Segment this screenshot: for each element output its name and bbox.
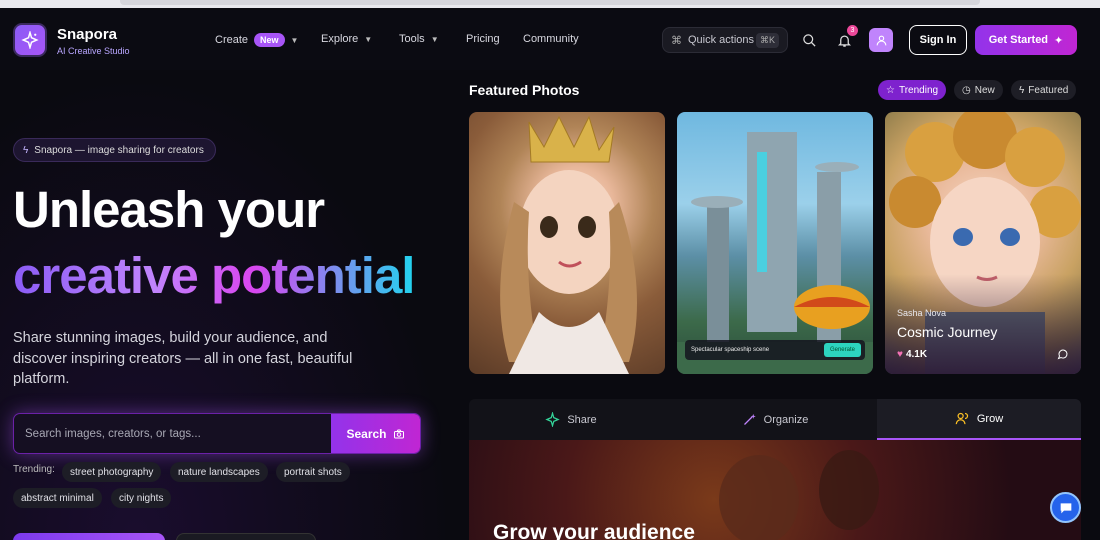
card-caption: Spectacular spaceship scene Generate <box>685 340 865 360</box>
quick-actions-button[interactable]: ⌘ Quick actions ⌘K <box>662 27 788 53</box>
clock-icon: ◷ <box>962 84 971 96</box>
nav-create[interactable]: Create New ▼ <box>215 33 298 47</box>
trending-tag[interactable]: portrait shots <box>276 462 350 482</box>
lightning-icon: ϟ <box>23 144 29 156</box>
card-likes[interactable]: ♥ 4.1K <box>897 349 927 360</box>
panel-title: Grow your audience <box>493 521 695 540</box>
tab-new-label: New <box>974 84 995 96</box>
chevron-down-icon: ▼ <box>290 35 299 45</box>
sci-fi-city-illustration <box>677 132 873 374</box>
tab-organize[interactable]: Organize <box>673 399 877 440</box>
search-icon[interactable] <box>799 30 819 50</box>
photo-card[interactable]: Sasha Nova Cosmic Journey ♥ 4.1K <box>885 112 1081 374</box>
feature-tabs: Share Organize Grow <box>469 399 1081 440</box>
tab-share-label: Share <box>567 413 597 426</box>
trending-label: Trending: <box>13 464 55 475</box>
search-button[interactable]: Search <box>331 414 420 453</box>
command-icon: ⌘ <box>671 34 682 47</box>
trending-tag[interactable]: street photography <box>62 462 162 482</box>
trending-tag[interactable]: nature landscapes <box>170 462 268 482</box>
photo-card[interactable]: Spectacular spaceship scene Generate <box>677 112 873 374</box>
comment-icon[interactable] <box>1057 348 1069 360</box>
likes-count: 4.1K <box>905 349 928 360</box>
tab-trending-label: Trending <box>898 84 939 96</box>
nav-tools-label: Tools <box>399 33 425 45</box>
heart-icon: ♥ <box>897 349 903 360</box>
tab-featured[interactable]: ϟ Featured <box>1011 80 1077 100</box>
logo-sparkle-icon[interactable] <box>13 23 47 57</box>
user-icon <box>876 35 886 45</box>
tab-grow-label: Grow <box>976 412 1004 425</box>
hero-subtitle: Share stunning images, build your audien… <box>13 330 353 387</box>
search-button-label: Search <box>346 426 387 441</box>
magic-wand-icon <box>743 413 756 425</box>
card-title: Cosmic Journey <box>897 324 998 340</box>
help-chat-button[interactable] <box>1050 492 1081 523</box>
secondary-cta-button[interactable] <box>176 533 316 540</box>
nav-explore[interactable]: Explore ▼ <box>321 33 372 45</box>
nav-create-label: Create <box>215 34 249 46</box>
sparkles-icon <box>545 412 561 427</box>
notifications-button[interactable]: 3 <box>834 25 858 50</box>
sparkle-icon: ✦ <box>1054 34 1064 47</box>
get-started-button[interactable]: Get Started ✦ <box>975 25 1077 55</box>
tab-grow[interactable]: Grow <box>877 399 1081 440</box>
chevron-down-icon: ▼ <box>430 34 439 44</box>
chat-icon <box>1060 502 1071 513</box>
nav-tools[interactable]: Tools ▼ <box>399 33 439 45</box>
card-author[interactable]: Sasha Nova <box>897 308 946 318</box>
trending-tag[interactable]: abstract minimal <box>13 488 102 508</box>
lightning-icon: ϟ <box>1019 84 1025 96</box>
tab-featured-label: Featured <box>1028 84 1069 96</box>
hero-title-line2: creative potential <box>13 247 415 304</box>
trending-tag[interactable]: city nights <box>111 488 172 508</box>
sign-in-button[interactable]: Sign In <box>909 25 967 55</box>
star-icon: ☆ <box>886 84 895 96</box>
brand-name: Snapora <box>57 26 118 43</box>
brand-tagline: AI Creative Studio <box>57 46 130 56</box>
quick-actions-shortcut: ⌘K <box>755 32 779 48</box>
avatar[interactable] <box>869 28 893 52</box>
hero-pill: ϟ Snapora — image sharing for creators <box>13 138 216 162</box>
notification-count: 3 <box>847 25 858 36</box>
hero-title-line1: Unleash your <box>13 181 325 238</box>
hero-search: Search <box>13 413 421 454</box>
nav-pricing-label: Pricing <box>466 33 500 45</box>
card-caption-text: Spectacular spaceship scene <box>691 347 770 353</box>
brand[interactable]: Snapora AI Creative Studio <box>57 26 130 57</box>
scroll-indicator <box>120 0 980 5</box>
tab-new[interactable]: ◷ New <box>954 80 1003 100</box>
get-started-label: Get Started <box>988 34 1049 46</box>
chevron-down-icon: ▼ <box>364 34 373 44</box>
feature-panel: Grow your audience <box>469 440 1081 540</box>
tab-trending[interactable]: ☆ Trending <box>878 80 947 100</box>
search-input[interactable] <box>14 414 334 453</box>
nav-explore-label: Explore <box>321 33 359 45</box>
tab-organize-label: Organize <box>763 413 809 426</box>
camera-icon <box>393 429 404 438</box>
nav-community-label: Community <box>523 33 579 45</box>
nav-community[interactable]: Community <box>523 33 579 45</box>
hero-section: ϟ Snapora — image sharing for creators U… <box>0 70 455 540</box>
generate-button[interactable]: Generate <box>823 343 861 357</box>
nav-pricing[interactable]: Pricing <box>466 33 500 45</box>
site-header: Snapora AI Creative Studio Create New ▼ … <box>0 8 1100 70</box>
princess-illustration <box>500 115 637 374</box>
users-icon <box>955 412 968 425</box>
new-badge: New <box>254 33 285 47</box>
photo-card[interactable] <box>469 112 665 374</box>
browser-top-strip <box>0 0 1100 8</box>
primary-cta-button[interactable] <box>13 533 165 540</box>
hero-pill-text: Snapora — image sharing for creators <box>34 144 204 156</box>
featured-title: Featured Photos <box>469 82 580 98</box>
tab-share[interactable]: Share <box>469 399 673 440</box>
quick-actions-label: Quick actions <box>688 34 755 46</box>
